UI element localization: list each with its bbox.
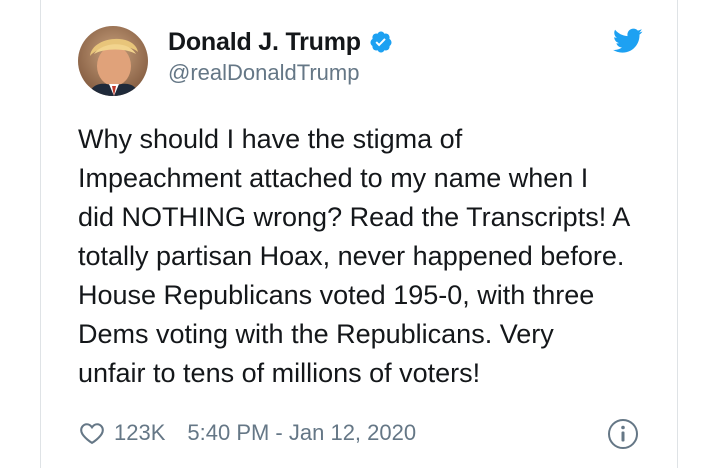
like-count: 123K: [114, 420, 166, 445]
like-button[interactable]: 123K: [78, 419, 165, 447]
author-name-row: Donald J. Trump: [168, 26, 393, 58]
author-display-name[interactable]: Donald J. Trump: [168, 28, 361, 57]
avatar-image: [78, 26, 148, 96]
twitter-bird-icon[interactable]: [613, 28, 643, 54]
tweet-text: Why should I have the stigma of Impeachm…: [78, 124, 631, 388]
heart-icon: [80, 423, 104, 445]
tweet-timestamp[interactable]: 5:40 PM - Jan 12, 2020: [187, 420, 416, 446]
author-handle[interactable]: @realDonaldTrump: [168, 60, 359, 86]
avatar[interactable]: [78, 26, 148, 96]
tweet-footer: 123K 5:40 PM - Jan 12, 2020: [78, 416, 416, 450]
tweet-card: Donald J. Trump @realDonaldTrump Why sho…: [40, 0, 678, 468]
info-icon[interactable]: [607, 418, 639, 450]
verified-badge-icon: [370, 31, 392, 53]
